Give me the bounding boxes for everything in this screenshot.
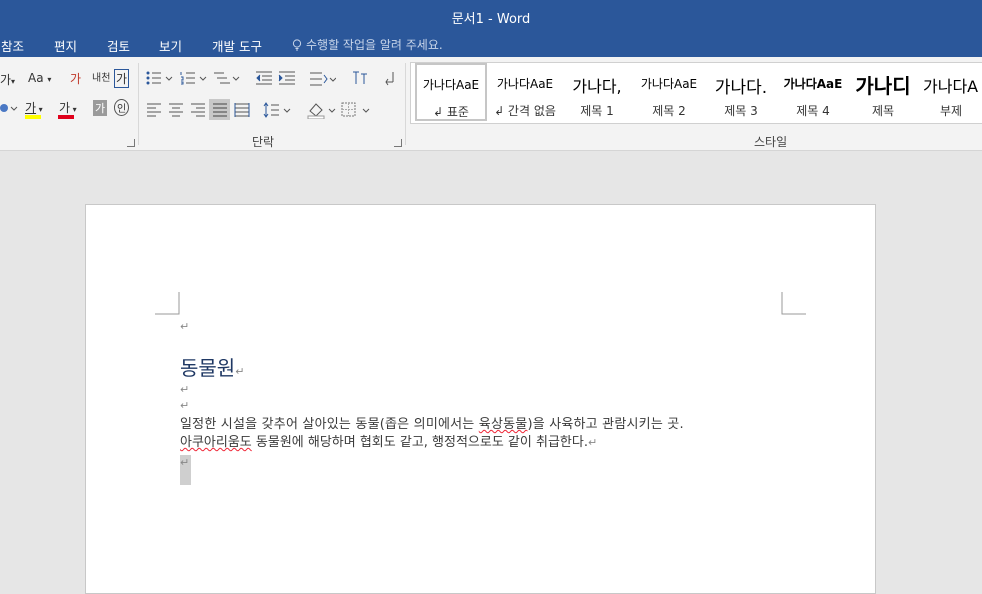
borders-icon[interactable] bbox=[341, 102, 371, 118]
styles-group-label: 스타일 bbox=[754, 135, 788, 149]
style-heading-4[interactable]: 가나다AaE 제목 4 bbox=[777, 63, 849, 121]
enclose-char-button[interactable]: 가 bbox=[114, 69, 130, 88]
highlight-color-bar bbox=[25, 115, 41, 119]
lightbulb-icon bbox=[292, 39, 302, 51]
style-normal[interactable]: 가나다AaE ↲ 표준 bbox=[415, 63, 487, 121]
highlight-button[interactable]: 가 ▾ bbox=[25, 99, 43, 116]
tab-view[interactable]: 보기 bbox=[159, 36, 182, 55]
tell-me-box[interactable]: 수행할 작업을 알려 주세요. bbox=[292, 36, 443, 53]
bullets-icon[interactable] bbox=[146, 71, 174, 85]
paragraph-mark: ↵ bbox=[235, 365, 245, 378]
shading-icon[interactable] bbox=[307, 101, 337, 119]
phonetic-guide-button[interactable]: 내천 bbox=[92, 69, 110, 84]
distributed-icon[interactable] bbox=[234, 102, 250, 118]
style-title[interactable]: 가나디 제목 bbox=[845, 63, 921, 121]
font-color-bar bbox=[58, 115, 74, 119]
margin-crop-mark-right bbox=[781, 292, 806, 315]
justify-icon bbox=[213, 103, 227, 117]
group-divider bbox=[405, 63, 406, 145]
tab-review[interactable]: 검토 bbox=[107, 36, 130, 55]
paragraph-mark: ↵ bbox=[180, 383, 190, 396]
tab-references[interactable]: 참조 bbox=[1, 36, 24, 55]
margin-crop-mark-left bbox=[155, 292, 180, 315]
styles-gallery: 가나다AaE ↲ 표준 가나다AaE ↲ 간격 없음 가나다, 제목 1 가나다… bbox=[410, 62, 982, 124]
clear-format-button[interactable]: 가 bbox=[70, 70, 81, 87]
document-page[interactable] bbox=[85, 204, 876, 594]
paragraph-mark: ↵ bbox=[587, 436, 598, 449]
numbering-icon[interactable] bbox=[180, 71, 208, 85]
align-left-icon[interactable] bbox=[146, 103, 162, 117]
paragraph-mark: ↵ bbox=[180, 399, 190, 412]
show-marks-icon[interactable] bbox=[383, 70, 397, 86]
font-dialog-launcher[interactable] bbox=[127, 139, 135, 147]
align-right-icon[interactable] bbox=[190, 103, 206, 117]
style-heading-2[interactable]: 가나다AaE 제목 2 bbox=[633, 63, 705, 121]
group-divider bbox=[138, 63, 139, 145]
font-color-button[interactable]: 가 ▾ bbox=[59, 99, 77, 116]
title-bar: 문서1 - Word bbox=[0, 0, 982, 32]
enclose-circle-button[interactable]: 인 bbox=[114, 99, 130, 116]
char-shading-button[interactable]: 가 bbox=[93, 100, 108, 116]
style-heading-3[interactable]: 가나다. 제목 3 bbox=[705, 63, 777, 121]
paragraph-dialog-launcher[interactable] bbox=[394, 139, 402, 147]
decrease-indent-icon[interactable] bbox=[255, 71, 273, 85]
text-direction-icon[interactable] bbox=[308, 71, 336, 87]
tab-mailings[interactable]: 편지 bbox=[54, 36, 77, 55]
window-title: 문서1 - Word bbox=[451, 12, 531, 27]
spelling-error-word[interactable]: 아쿠아리움도 bbox=[180, 435, 252, 450]
justify-button-active[interactable] bbox=[209, 99, 230, 120]
style-no-spacing[interactable]: 가나다AaE ↲ 간격 없음 bbox=[489, 63, 561, 121]
style-heading-1[interactable]: 가나다, 제목 1 bbox=[561, 63, 633, 121]
style-subtitle[interactable]: 가나다A 부제 bbox=[919, 63, 982, 121]
body-text-line-1[interactable]: 일정한 시설을 갖추어 살아있는 동물(좁은 의미에서는 육상동물)을 사육하고… bbox=[180, 413, 684, 432]
align-center-icon[interactable] bbox=[168, 103, 184, 117]
paragraph-mark: ↵ bbox=[180, 320, 190, 333]
paragraph-group-label: 단락 bbox=[252, 135, 275, 149]
change-case-button[interactable]: Aa ▾ bbox=[28, 71, 51, 85]
clear-format-icon: 가 bbox=[70, 72, 82, 86]
font-button[interactable]: 가▾ bbox=[0, 71, 15, 88]
tab-developer[interactable]: 개발 도구 bbox=[212, 36, 262, 55]
paragraph-mark: ↵ bbox=[180, 456, 190, 469]
ribbon-tabs: 참조 편지 검토 보기 개발 도구 수행할 작업을 알려 주세요. bbox=[0, 32, 982, 57]
tell-me-text: 수행할 작업을 알려 주세요. bbox=[306, 38, 443, 52]
increase-indent-icon[interactable] bbox=[278, 71, 296, 85]
line-spacing-icon[interactable] bbox=[263, 102, 291, 118]
text-effects-icon[interactable] bbox=[0, 101, 18, 115]
body-text-line-2[interactable]: 아쿠아리움도 동물원에 해당하며 협회도 같고, 행정적으로도 같이 취급한다.… bbox=[180, 431, 597, 450]
document-heading[interactable]: 동물원↵ bbox=[180, 352, 244, 381]
spelling-error-word[interactable]: 육상동물 bbox=[479, 417, 528, 432]
asian-layout-icon[interactable] bbox=[351, 70, 369, 86]
multilevel-list-icon[interactable] bbox=[213, 71, 241, 85]
